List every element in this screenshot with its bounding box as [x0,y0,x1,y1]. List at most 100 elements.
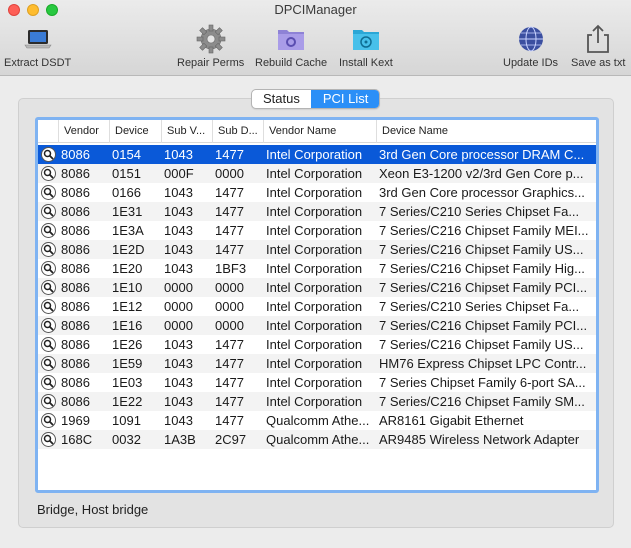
cell-sub-device: 1477 [215,413,244,428]
magnifier-icon [41,394,56,409]
cell-vendor-name: Intel Corporation [266,185,363,200]
cell-vendor: 8086 [61,375,90,390]
cell-device-name: AR8161 Gigabit Ethernet [379,413,524,428]
cell-sub-vendor: 0000 [164,318,193,333]
repair-perms-button[interactable]: Repair Perms [177,22,244,69]
cell-vendor-name: Intel Corporation [266,261,363,276]
magnifier-icon [41,185,56,200]
install-kext-button[interactable]: Install Kext [339,22,393,69]
cell-sub-vendor: 1043 [164,242,193,257]
table-row[interactable]: 8086 1E59 1043 1477 Intel Corporation HM76 Ex… [38,354,596,373]
table-row[interactable]: 8086 1E03 1043 1477 Intel Corporation 7 Serie… [38,373,596,392]
table-row[interactable]: 1969 1091 1043 1477 Qualcomm Athe... AR8161 G… [38,411,596,430]
cell-device-name: 7 Series/C216 Chipset Family US... [379,242,584,257]
titlebar: DPCIManager Extract DSDT Repair Perms Re… [0,0,631,76]
update-ids-button[interactable]: Update IDs [503,22,558,69]
update-ids-label: Update IDs [503,57,559,69]
magnifier-icon [41,375,56,390]
table-row[interactable]: 8086 1E3A 1043 1477 Intel Corporation 7 Serie… [38,221,596,240]
table-row[interactable]: 8086 0154 1043 1477 Intel Corporation 3rd Gen… [38,145,596,164]
table-row[interactable]: 8086 1E12 0000 0000 Intel Corporation 7 Serie… [38,297,596,316]
magnifier-icon [41,242,56,257]
cell-vendor-name: Qualcomm Athe... [266,432,370,447]
cell-sub-vendor: 000F [164,166,194,181]
column-header-device[interactable]: Device [109,120,161,143]
cell-sub-device: 1477 [215,394,244,409]
cell-device-name: 3rd Gen Core processor Graphics... [379,185,585,200]
cell-sub-device: 1477 [215,185,244,200]
cell-sub-device: 1477 [215,223,244,238]
magnifier-icon [41,318,56,333]
cell-device-name: HM76 Express Chipset LPC Contr... [379,356,587,371]
folder-gear-icon [255,22,327,56]
table-row[interactable]: 8086 1E26 1043 1477 Intel Corporation 7 Serie… [38,335,596,354]
table-row[interactable]: 8086 1E16 0000 0000 Intel Corporation 7 Serie… [38,316,596,335]
table-row[interactable]: 168C 0032 1A3B 2C97 Qualcomm Athe... AR9485 W… [38,430,596,449]
column-header-sub-device[interactable]: Sub D... [212,120,263,143]
table-row[interactable]: 8086 1E10 0000 0000 Intel Corporation 7 Serie… [38,278,596,297]
tab-status[interactable]: Status [252,90,311,108]
folder-radiation-icon [339,22,393,56]
cell-device: 1E12 [112,299,143,314]
table-row[interactable]: 8086 1E22 1043 1477 Intel Corporation 7 Serie… [38,392,596,411]
cell-vendor: 8086 [61,356,90,371]
pci-device-table[interactable]: Vendor Device Sub V... Sub D... Vendor N… [35,117,599,493]
magnifier-icon [41,356,56,371]
cell-sub-device: 1477 [215,204,244,219]
column-header-device-name[interactable]: Device Name [376,120,596,143]
cell-sub-device: 0000 [215,280,244,295]
extract-dsdt-button[interactable]: Extract DSDT [4,22,71,69]
magnifier-icon [41,261,56,276]
column-header-vendor[interactable]: Vendor [58,120,109,143]
cell-device: 0151 [112,166,141,181]
cell-sub-vendor: 1043 [164,394,193,409]
save-as-txt-button[interactable]: Save as txt [571,22,625,69]
magnifier-icon [41,280,56,295]
cell-vendor: 1969 [61,413,90,428]
cell-device-name: Xeon E3-1200 v2/3rd Gen Core p... [379,166,584,181]
cell-sub-vendor: 1043 [164,147,193,162]
cell-device-name: 7 Series/C216 Chipset Family MEI... [379,223,589,238]
cell-vendor-name: Intel Corporation [266,299,363,314]
table-body: 8086 0154 1043 1477 Intel Corporation 3rd Gen… [38,145,596,449]
cell-vendor-name: Intel Corporation [266,280,363,295]
magnifier-icon [41,166,56,181]
cell-device-name: 7 Series/C210 Series Chipset Fa... [379,204,580,219]
cell-sub-vendor: 0000 [164,299,193,314]
tab-pci-list[interactable]: PCI List [310,90,380,108]
cell-device: 0166 [112,185,141,200]
cell-vendor-name: Intel Corporation [266,394,363,409]
cell-device-name: 7 Series/C216 Chipset Family PCI... [379,280,588,295]
rebuild-cache-button[interactable]: Rebuild Cache [255,22,327,69]
magnifier-icon [41,337,56,352]
column-header-sub-vendor[interactable]: Sub V... [161,120,212,143]
cell-device-name: 7 Series/C216 Chipset Family SM... [379,394,585,409]
cell-vendor: 8086 [61,394,90,409]
cell-vendor: 8086 [61,223,90,238]
cell-device: 0032 [112,432,141,447]
app-window: DPCIManager Extract DSDT Repair Perms Re… [0,0,631,548]
cell-sub-vendor: 1043 [164,204,193,219]
table-row[interactable]: 8086 1E2D 1043 1477 Intel Corporation 7 Serie… [38,240,596,259]
cell-vendor: 8086 [61,204,90,219]
cell-device-name: 3rd Gen Core processor DRAM C... [379,147,585,162]
extract-dsdt-label: Extract DSDT [4,57,72,69]
cell-sub-vendor: 1043 [164,261,193,276]
cell-device: 1E2D [112,242,145,257]
cell-vendor: 8086 [61,318,90,333]
repair-perms-label: Repair Perms [177,57,245,69]
table-row[interactable]: 8086 0151 000F 0000 Intel Corporation Xeon E3… [38,164,596,183]
cell-sub-device: 0000 [215,318,244,333]
magnifier-icon [41,299,56,314]
column-header-vendor-name[interactable]: Vendor Name [263,120,376,143]
table-row[interactable]: 8086 0166 1043 1477 Intel Corporation 3rd Gen… [38,183,596,202]
cell-vendor-name: Intel Corporation [266,166,363,181]
table-row[interactable]: 8086 1E20 1043 1BF3 Intel Corporation 7 Serie… [38,259,596,278]
cell-sub-vendor: 1043 [164,356,193,371]
magnifier-icon [41,147,56,162]
cell-vendor-name: Intel Corporation [266,337,363,352]
cell-device: 1E10 [112,280,143,295]
cell-sub-device: 1477 [215,147,244,162]
table-row[interactable]: 8086 1E31 1043 1477 Intel Corporation 7 Serie… [38,202,596,221]
cell-sub-device: 0000 [215,299,244,314]
